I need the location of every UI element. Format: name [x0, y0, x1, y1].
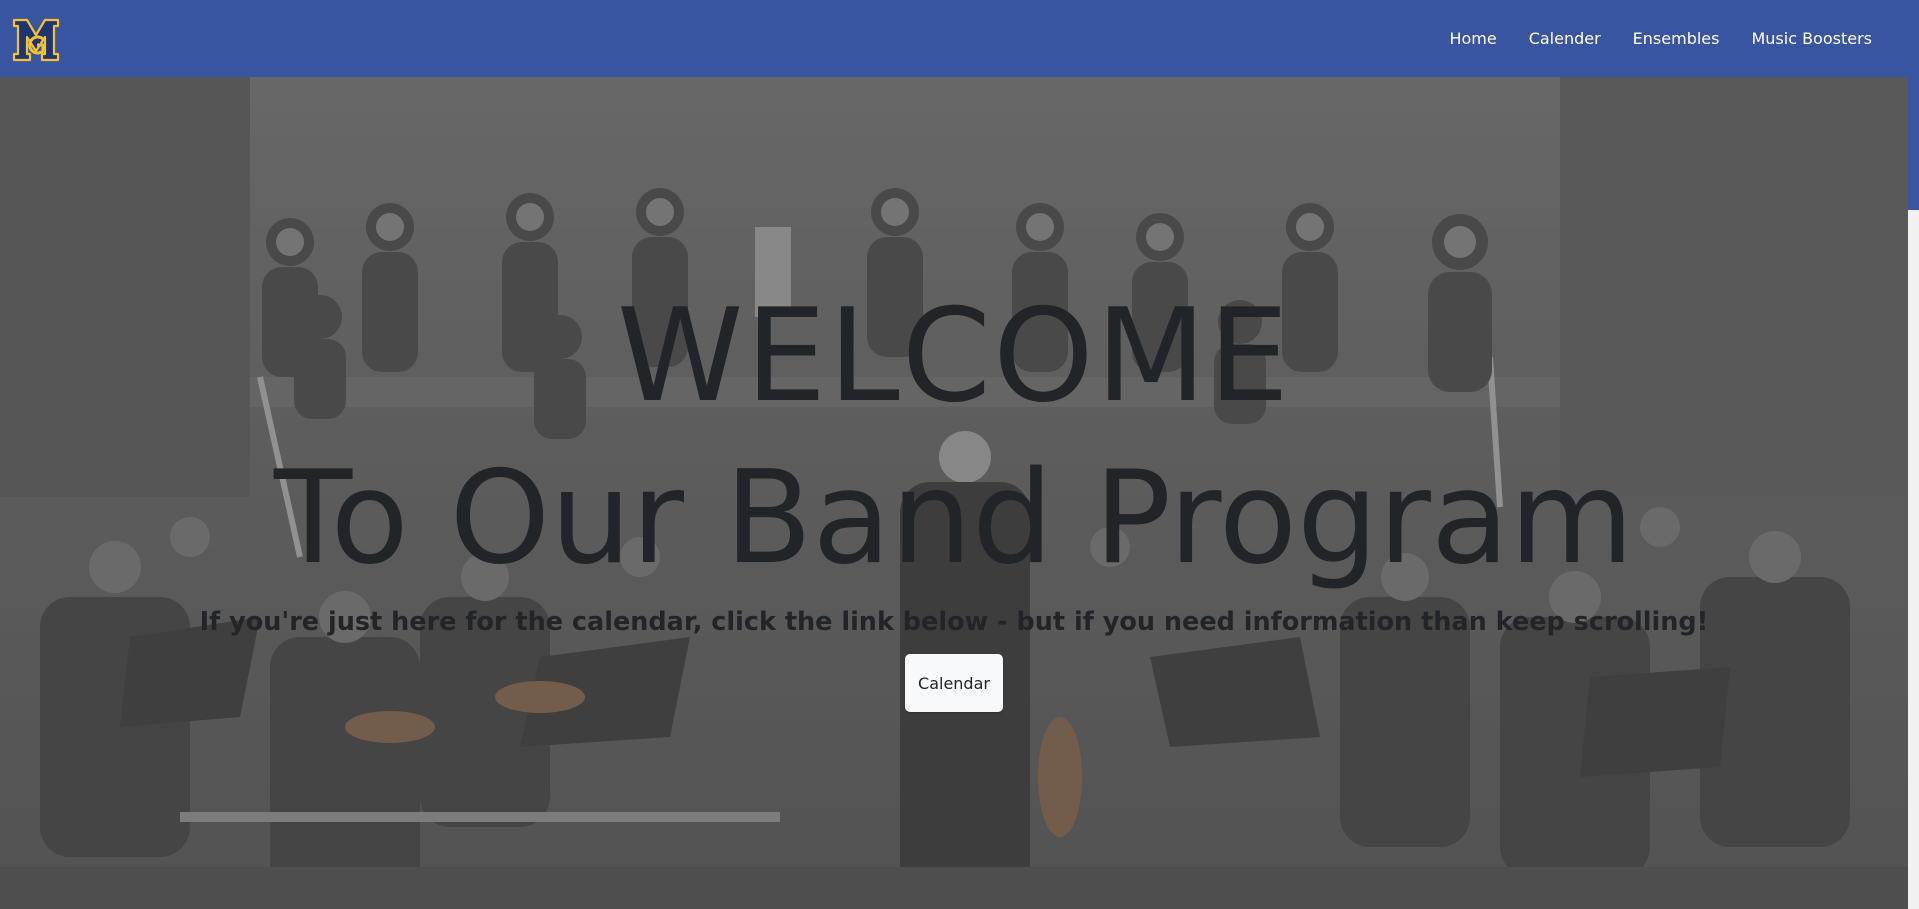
- nav-links: Home Calender Ensembles Music Boosters: [1433, 0, 1888, 77]
- calendar-button[interactable]: Calendar: [905, 654, 1003, 712]
- nav-music-boosters-link[interactable]: Music Boosters: [1735, 29, 1888, 48]
- hero-section: WELCOME To Our Band Program If you're ju…: [0, 77, 1908, 909]
- scrollbar-thumb[interactable]: [1908, 0, 1919, 210]
- nav-ensembles-link[interactable]: Ensembles: [1617, 29, 1736, 48]
- school-m-logo-icon[interactable]: [12, 17, 60, 63]
- hero-tagline: If you're just here for the calendar, cl…: [199, 607, 1709, 637]
- hero-content: WELCOME To Our Band Program If you're ju…: [0, 77, 1908, 909]
- nav-home-link[interactable]: Home: [1433, 29, 1512, 48]
- welcome-heading: WELCOME: [616, 282, 1292, 431]
- band-program-heading: To Our Band Program: [274, 444, 1634, 593]
- top-navbar: Home Calender Ensembles Music Boosters: [0, 0, 1908, 77]
- nav-calender-link[interactable]: Calender: [1513, 29, 1617, 48]
